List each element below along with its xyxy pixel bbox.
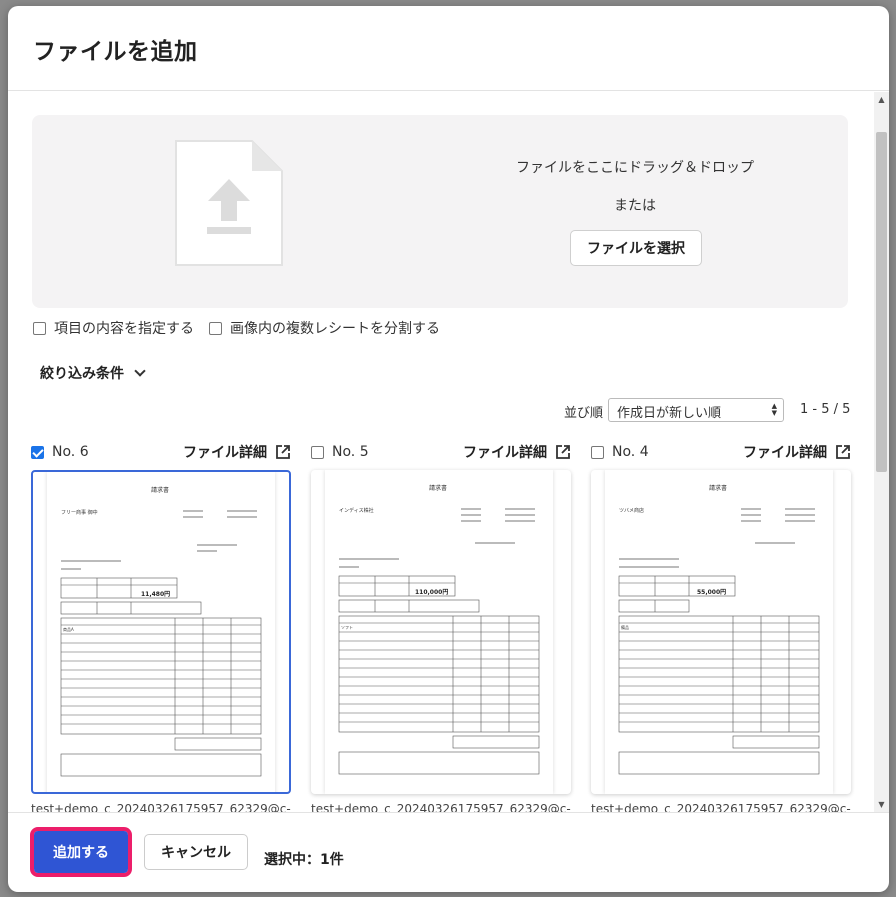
file-card[interactable]: No. 5 ファイル詳細 請求書 インディス株社 110,000円 ソフト te… [311,440,571,812]
add-button-highlight: 追加する [30,827,132,877]
doc-item: 備品 [621,624,629,630]
or-text: または [614,198,656,214]
sort-select[interactable]: 作成日が新しい順 ▲ ▼ [608,398,784,422]
result-count: 1 - 5 / 5 [800,402,851,417]
card-number[interactable]: No. 6 [31,444,89,460]
doc-item: 商品A [63,626,74,632]
select-arrows-icon: ▲ ▼ [771,402,777,417]
file-thumbnail[interactable]: 請求書 インディス株社 110,000円 ソフト [311,470,571,794]
sort-selected-value: 作成日が新しい順 [617,406,722,421]
card-number[interactable]: No. 4 [591,444,649,460]
specify-items-checkbox[interactable] [33,321,46,335]
scroll-thumb[interactable] [876,132,887,472]
card-filename: test+demo_c_20240326175957_62329@c-fo... [31,802,291,812]
filter-label: 絞り込み条件 [40,366,124,382]
doc-item: ソフト [341,625,353,630]
selected-count: 選択中：1件 [264,852,344,868]
doc-amount: 11,480円 [141,591,170,598]
scroll-down-icon[interactable]: ▼ [874,797,889,812]
scroll-up-icon[interactable]: ▲ [874,92,889,107]
card-number-label: No. 4 [612,444,649,460]
file-upload-icon [175,140,283,266]
card-header: No. 6 ファイル詳細 [31,440,291,464]
add-file-modal: ファイルを追加 ファイルをここにドラッグ＆ドロップ または ファイルを選択 項目… [8,6,889,892]
split-receipts-label: 画像内の複数レシートを分割する [230,321,440,337]
doc-recipient: フリー商事 御中 [61,509,98,516]
sort-label: 並び順 [564,406,604,421]
file-detail-link[interactable]: ファイル詳細 [743,442,851,462]
modal-scrollbar[interactable]: ▲ ▼ [874,92,889,812]
doc-amount: 110,000円 [415,589,448,596]
file-detail-link[interactable]: ファイル詳細 [183,442,291,462]
file-detail-label: ファイル詳細 [743,445,827,461]
card-checkbox[interactable] [311,445,324,459]
file-dropzone[interactable]: ファイルをここにドラッグ＆ドロップ または ファイルを選択 [32,115,848,308]
card-checkbox[interactable] [31,445,44,459]
card-header: No. 4 ファイル詳細 [591,440,851,464]
external-link-icon [556,445,570,459]
file-detail-label: ファイル詳細 [183,445,267,461]
modal-header: ファイルを追加 [8,6,889,91]
modal-title: ファイルを追加 [33,39,198,65]
file-card[interactable]: No. 6 ファイル詳細 請求書 フリー商事 御中 11,480円 商品A te… [31,440,291,812]
split-receipts-checkbox[interactable] [209,321,222,335]
file-detail-label: ファイル詳細 [463,445,547,461]
invoice-preview: 請求書 インディス株社 110,000円 ソフト [325,470,553,794]
card-number[interactable]: No. 5 [311,444,369,460]
doc-title: 請求書 [709,484,727,492]
card-filename: test+demo_c_20240326175957_62329@c-fo... [311,802,571,812]
doc-recipient: ツバメ商店 [619,507,644,514]
select-file-button[interactable]: ファイルを選択 [570,230,702,266]
doc-recipient: インディス株社 [339,507,374,514]
filter-toggle[interactable]: 絞り込み条件 [40,363,146,383]
doc-title: 請求書 [429,484,447,492]
file-card[interactable]: No. 4 ファイル詳細 請求書 ツバメ商店 55,000円 備品 test+d… [591,440,851,812]
specify-items-label: 項目の内容を指定する [54,321,194,337]
chevron-down-icon [134,365,146,377]
invoice-preview: 請求書 フリー商事 御中 11,480円 商品A [47,472,275,792]
specify-items-option[interactable]: 項目の内容を指定する [33,318,194,338]
external-link-icon [836,445,850,459]
cancel-button[interactable]: キャンセル [144,834,248,870]
card-header: No. 5 ファイル詳細 [311,440,571,464]
external-link-icon [276,445,290,459]
doc-title: 請求書 [151,486,169,494]
modal-footer: 追加する キャンセル 選択中：1件 [8,812,889,892]
card-number-label: No. 6 [52,444,89,460]
modal-body: ファイルをここにドラッグ＆ドロップ または ファイルを選択 項目の内容を指定する… [8,92,874,812]
split-receipts-option[interactable]: 画像内の複数レシートを分割する [209,318,440,338]
file-detail-link[interactable]: ファイル詳細 [463,442,571,462]
invoice-preview: 請求書 ツバメ商店 55,000円 備品 [605,470,833,794]
doc-amount: 55,000円 [697,589,726,596]
drop-instruction: ファイルをここにドラッグ＆ドロップ [516,160,754,176]
card-number-label: No. 5 [332,444,369,460]
file-thumbnail[interactable]: 請求書 ツバメ商店 55,000円 備品 [591,470,851,794]
card-filename: test+demo_c_20240326175957_62329@c-fo... [591,802,851,812]
card-checkbox[interactable] [591,445,604,459]
add-button[interactable]: 追加する [34,831,128,873]
file-thumbnail[interactable]: 請求書 フリー商事 御中 11,480円 商品A [31,470,291,794]
